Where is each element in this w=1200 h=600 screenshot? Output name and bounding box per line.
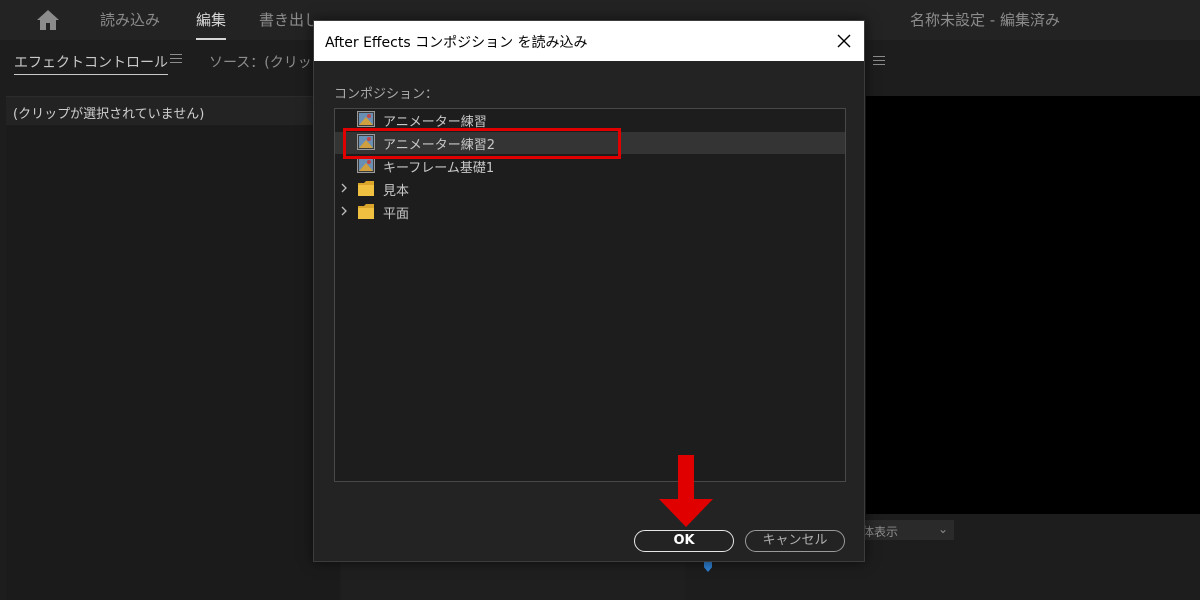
tab-edit[interactable]: 編集 (196, 9, 227, 40)
tree-item-comp[interactable]: キーフレーム基礎1 (335, 155, 845, 177)
ok-button[interactable]: OK (634, 530, 734, 552)
program-monitor[interactable] (866, 96, 1200, 514)
panel-menu-icon[interactable] (170, 54, 182, 64)
cancel-button[interactable]: キャンセル (745, 530, 845, 552)
program-menu-icon[interactable] (873, 56, 885, 66)
composition-icon (357, 157, 375, 173)
composition-icon (357, 111, 375, 127)
tree-item-comp[interactable]: アニメーター練習 (335, 109, 845, 131)
close-icon[interactable] (834, 31, 854, 51)
no-clip-message: (クリップが選択されていません) (6, 97, 340, 125)
effect-controls-panel: (クリップが選択されていません) (6, 96, 340, 600)
tree-item-label: アニメーター練習2 (383, 138, 496, 153)
tree-item-folder[interactable]: 平面 (335, 201, 845, 223)
home-icon[interactable] (35, 8, 61, 32)
chevron-right-icon[interactable] (339, 204, 349, 218)
tab-export[interactable]: 書き出し (259, 9, 319, 30)
composition-label: コンポジション： (334, 87, 439, 102)
tree-item-label: 見本 (383, 184, 410, 199)
composition-icon (357, 134, 375, 150)
chevron-down-icon: ⌄ (937, 522, 948, 536)
composition-tree[interactable]: アニメーター練習 アニメーター練習2 キーフレーム基礎1 見本 平面 (334, 108, 846, 482)
fit-select[interactable]: 体表示 ⌄ (858, 520, 954, 540)
tree-item-comp-selected[interactable]: アニメーター練習2 (335, 132, 845, 154)
tab-source[interactable]: ソース：(クリップ (209, 52, 326, 72)
tab-effect-controls[interactable]: エフェクトコントロール (14, 52, 168, 75)
tree-item-label: アニメーター練習 (383, 115, 487, 130)
folder-icon (358, 204, 374, 219)
import-ae-composition-dialog: After Effects コンポジション を読み込み コンポジション： アニメ… (313, 20, 865, 562)
tree-item-label: 平面 (383, 207, 410, 222)
tab-import[interactable]: 読み込み (100, 9, 160, 30)
effect-panel-header: エフェクトコントロール ソース：(クリップ (0, 44, 340, 78)
fit-select-value: 体表示 (862, 525, 899, 539)
tree-item-folder[interactable]: 見本 (335, 178, 845, 200)
tree-item-label: キーフレーム基礎1 (383, 161, 495, 176)
project-title: 名称未設定 - 編集済み (910, 11, 1060, 29)
chevron-right-icon[interactable] (339, 181, 349, 195)
folder-icon (358, 181, 374, 196)
dialog-titlebar[interactable]: After Effects コンポジション を読み込み (314, 21, 864, 61)
dialog-title: After Effects コンポジション を読み込み (325, 35, 588, 51)
